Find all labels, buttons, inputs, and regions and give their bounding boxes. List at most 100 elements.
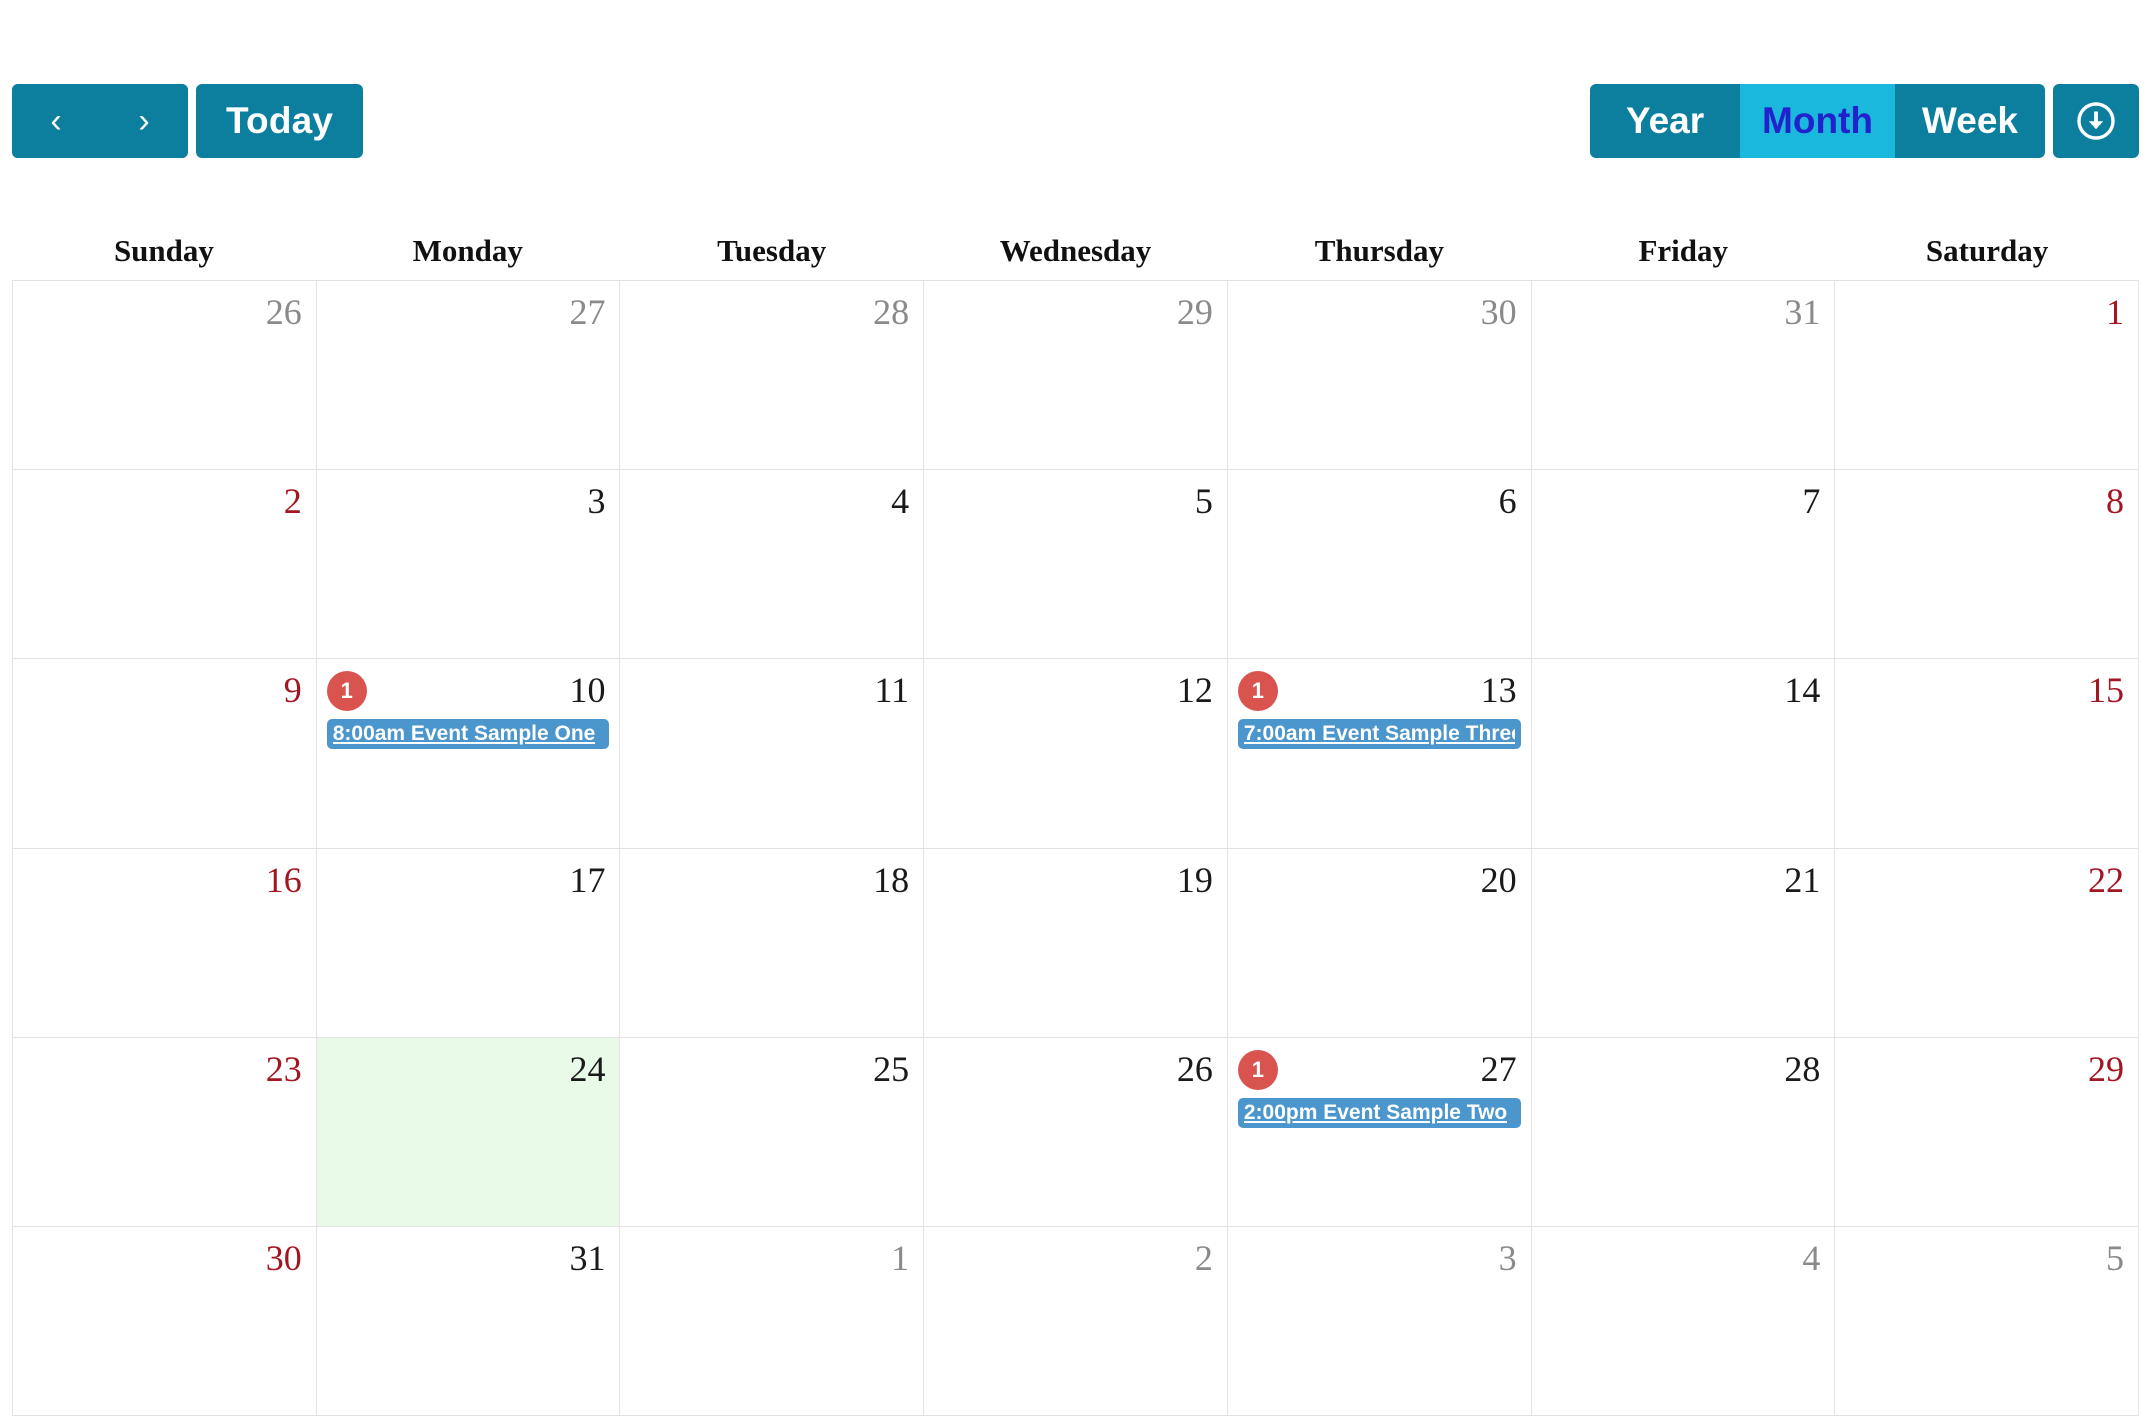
view-button-year[interactable]: Year <box>1590 84 1741 158</box>
day-cell[interactable]: 18 <box>620 848 925 1038</box>
day-number[interactable]: 9 <box>284 672 306 708</box>
day-cell[interactable]: 1 <box>620 1226 925 1417</box>
day-cell[interactable]: 6 <box>1227 470 1532 660</box>
day-number[interactable]: 29 <box>2088 1051 2128 1087</box>
calendar-event[interactable]: 2:00pm Event Sample Two <box>1237 1097 1521 1128</box>
day-number[interactable]: 17 <box>569 862 609 898</box>
day-cell[interactable]: 8 <box>1835 470 2140 660</box>
day-cell[interactable]: 11 <box>620 659 925 849</box>
download-button[interactable] <box>2053 84 2139 158</box>
day-cell[interactable]: 28 <box>1531 1037 1836 1227</box>
day-number[interactable]: 26 <box>266 294 306 330</box>
day-cell[interactable]: 4 <box>1531 1226 1836 1417</box>
day-number[interactable]: 20 <box>1481 862 1521 898</box>
day-number[interactable]: 31 <box>569 1240 609 1276</box>
day-number[interactable]: 4 <box>891 483 913 519</box>
day-cell[interactable]: 26 <box>924 1037 1228 1227</box>
day-cell[interactable]: 9 <box>13 659 317 849</box>
day-number[interactable]: 2 <box>1195 1240 1217 1276</box>
day-number[interactable]: 1 <box>2106 294 2128 330</box>
day-cell[interactable]: 24 <box>316 1037 621 1227</box>
day-number[interactable]: 27 <box>569 294 609 330</box>
day-number[interactable]: 31 <box>1784 294 1824 330</box>
day-cell[interactable]: 20 <box>1227 848 1532 1038</box>
day-cell[interactable]: 19 <box>924 848 1228 1038</box>
day-number[interactable]: 15 <box>2088 672 2128 708</box>
day-cell[interactable]: 21 <box>1531 848 1836 1038</box>
day-cell[interactable]: 25 <box>620 1037 925 1227</box>
day-cell[interactable]: 5 <box>924 470 1228 660</box>
day-number[interactable]: 6 <box>1499 483 1521 519</box>
day-cell[interactable]: 12 <box>924 659 1228 849</box>
day-cell[interactable]: 7 <box>1531 470 1836 660</box>
day-number[interactable]: 29 <box>1177 294 1217 330</box>
day-number[interactable]: 30 <box>266 1240 306 1276</box>
view-button-week[interactable]: Week <box>1895 84 2045 158</box>
day-cell[interactable]: 30 <box>13 1226 317 1417</box>
day-number[interactable]: 25 <box>873 1051 913 1087</box>
day-cell[interactable]: 31 <box>1531 281 1836 471</box>
day-cell[interactable]: 29 <box>924 281 1228 471</box>
day-number[interactable]: 11 <box>874 672 913 708</box>
day-cell[interactable]: 2 <box>13 470 317 660</box>
day-number[interactable]: 28 <box>873 294 913 330</box>
day-number[interactable]: 27 <box>1481 1051 1521 1087</box>
prev-period-button[interactable]: ‹ <box>12 84 100 158</box>
day-cell[interactable]: 15 <box>1835 659 2140 849</box>
day-number[interactable]: 8 <box>2106 483 2128 519</box>
day-cell[interactable]: 1 <box>1835 281 2140 471</box>
event-count-badge[interactable]: 1 <box>1237 1049 1278 1090</box>
day-number[interactable]: 7 <box>1802 483 1824 519</box>
day-number[interactable]: 5 <box>2106 1240 2128 1276</box>
day-number[interactable]: 26 <box>1177 1051 1217 1087</box>
day-cell[interactable]: 1 10 8:00am Event Sample One <box>316 659 621 849</box>
day-cell[interactable]: 16 <box>13 848 317 1038</box>
day-number[interactable]: 23 <box>266 1051 306 1087</box>
event-count-badge[interactable]: 1 <box>326 671 367 712</box>
day-cell[interactable]: 14 <box>1531 659 1836 849</box>
day-cell[interactable]: 31 <box>316 1226 621 1417</box>
day-cell[interactable]: 1 27 2:00pm Event Sample Two <box>1227 1037 1532 1227</box>
day-number[interactable]: 19 <box>1177 862 1217 898</box>
day-cell[interactable]: 27 <box>316 281 621 471</box>
day-cell[interactable]: 30 <box>1227 281 1532 471</box>
day-number[interactable]: 3 <box>587 483 609 519</box>
day-cell[interactable]: 28 <box>620 281 925 471</box>
event-count-badge[interactable]: 1 <box>1237 671 1278 712</box>
day-number[interactable]: 28 <box>1784 1051 1824 1087</box>
day-number[interactable]: 24 <box>569 1051 609 1087</box>
day-cell-header: 7 <box>1542 478 1825 524</box>
day-cell[interactable]: 22 <box>1835 848 2140 1038</box>
day-cell[interactable]: 17 <box>316 848 621 1038</box>
day-number[interactable]: 21 <box>1784 862 1824 898</box>
day-number[interactable]: 22 <box>2088 862 2128 898</box>
day-number[interactable]: 10 <box>569 672 609 708</box>
calendar-event[interactable]: 8:00am Event Sample One <box>326 719 610 750</box>
day-cell[interactable]: 26 <box>13 281 317 471</box>
day-cell[interactable]: 1 13 7:00am Event Sample Three <box>1227 659 1532 849</box>
view-button-month[interactable]: Month <box>1740 84 1895 158</box>
day-number[interactable]: 18 <box>873 862 913 898</box>
day-number[interactable]: 5 <box>1195 483 1217 519</box>
day-cell[interactable]: 3 <box>1227 1226 1532 1417</box>
day-number[interactable]: 16 <box>266 862 306 898</box>
today-button[interactable]: Today <box>196 84 364 158</box>
day-number[interactable]: 4 <box>1802 1240 1824 1276</box>
calendar-event[interactable]: 7:00am Event Sample Three <box>1237 719 1521 750</box>
day-cell[interactable]: 2 <box>924 1226 1228 1417</box>
day-number[interactable]: 2 <box>284 483 306 519</box>
day-cell-header: 5 <box>934 478 1217 524</box>
day-number[interactable]: 12 <box>1177 672 1217 708</box>
day-cell[interactable]: 3 <box>316 470 621 660</box>
next-period-button[interactable]: › <box>100 84 188 158</box>
day-number[interactable]: 30 <box>1481 294 1521 330</box>
day-cell[interactable]: 5 <box>1835 1226 2140 1417</box>
day-number[interactable]: 14 <box>1784 672 1824 708</box>
day-number[interactable]: 13 <box>1481 672 1521 708</box>
day-cell[interactable]: 4 <box>620 470 925 660</box>
day-number[interactable]: 3 <box>1499 1240 1521 1276</box>
day-number[interactable]: 1 <box>891 1240 913 1276</box>
day-cell[interactable]: 23 <box>13 1037 317 1227</box>
day-cell[interactable]: 29 <box>1835 1037 2140 1227</box>
calendar-app: ‹ › Today Year Month Week Sunday Monday … <box>0 0 2151 1428</box>
